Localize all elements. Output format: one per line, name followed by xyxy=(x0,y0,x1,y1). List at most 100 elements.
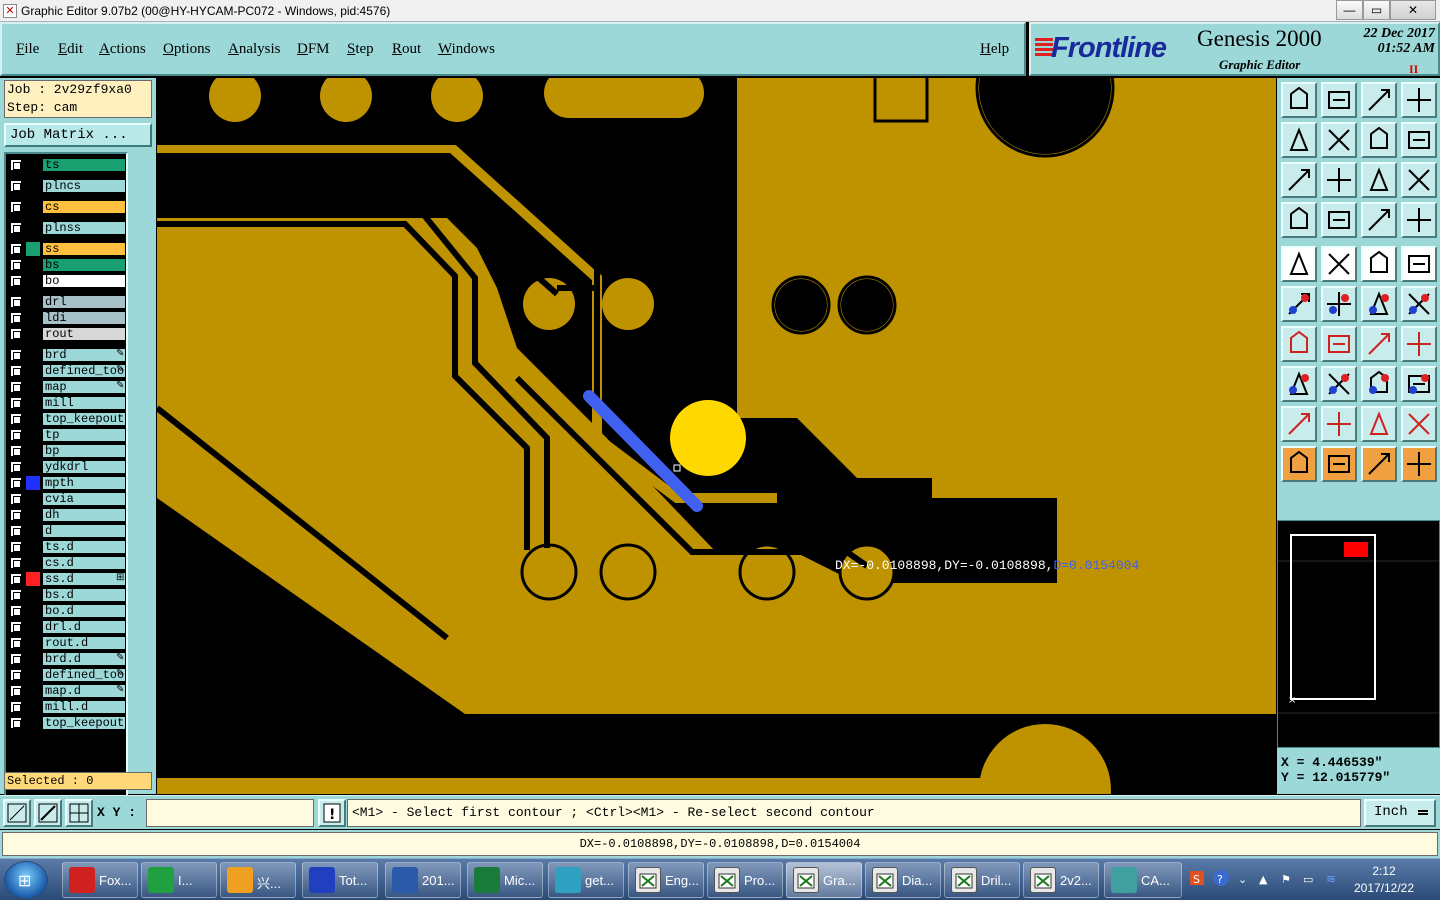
layer-name[interactable]: brd xyxy=(42,348,126,362)
layer-row[interactable]: top_keepout xyxy=(8,716,128,730)
layer-name[interactable]: defined_tool xyxy=(42,668,126,682)
layer-name[interactable]: cs xyxy=(42,200,126,214)
layer-checkbox[interactable] xyxy=(10,243,22,255)
layer-row[interactable]: ydkdrl xyxy=(8,460,128,474)
rotate-icon[interactable] xyxy=(1361,326,1397,362)
triangle-icon[interactable] xyxy=(1281,406,1317,442)
layer-name[interactable]: dh xyxy=(42,508,126,522)
layer-row[interactable]: ldi xyxy=(8,311,128,325)
home-icon[interactable] xyxy=(1361,82,1397,118)
import-icon[interactable] xyxy=(1281,122,1317,158)
taskbar-button[interactable]: Mic... xyxy=(467,862,543,898)
layer-name[interactable]: map xyxy=(42,380,126,394)
clock[interactable]: 2:12 2017/12/22 xyxy=(1342,863,1426,897)
net-icon[interactable] xyxy=(1401,202,1437,238)
layer-name[interactable]: ss xyxy=(42,242,126,256)
layer-row[interactable]: cs.d xyxy=(8,556,128,570)
units-select[interactable]: Inch xyxy=(1364,799,1436,827)
menu-file[interactable]: File xyxy=(16,41,39,58)
layer-name[interactable]: bo.d xyxy=(42,604,126,618)
layer-row[interactable]: mill.d xyxy=(8,700,128,714)
layer-row[interactable]: cvia xyxy=(8,492,128,506)
layer-row[interactable]: defined_tool ✎ xyxy=(8,364,128,378)
xy-input[interactable] xyxy=(146,799,314,827)
layer-row[interactable]: bs.d xyxy=(8,588,128,602)
angle-icon[interactable] xyxy=(1281,326,1317,362)
taskbar-button[interactable]: 兴... xyxy=(220,862,296,898)
layer-name[interactable]: rout.d xyxy=(42,636,126,650)
layer-checkbox[interactable] xyxy=(10,637,22,649)
selected-pad[interactable] xyxy=(670,400,746,476)
layer-checkbox[interactable] xyxy=(10,621,22,633)
layer-name[interactable]: plnss xyxy=(42,221,126,235)
layer-name[interactable]: cs.d xyxy=(42,556,126,570)
select-circle-icon[interactable] xyxy=(1361,446,1397,482)
layer-row[interactable]: plnss xyxy=(8,221,128,235)
layer-row[interactable]: rout.d xyxy=(8,636,128,650)
select-path-icon[interactable] xyxy=(1401,446,1437,482)
layer-checkbox[interactable] xyxy=(10,445,22,457)
grid-toggle-icon[interactable] xyxy=(1321,202,1357,238)
layer-name[interactable]: top_keepout xyxy=(42,412,126,426)
close-button[interactable]: ✕ xyxy=(1390,0,1436,20)
minimize-button[interactable]: — xyxy=(1336,0,1363,20)
layer-row[interactable]: rout xyxy=(8,327,128,341)
scale-icon[interactable] xyxy=(1361,162,1397,198)
help-icon[interactable] xyxy=(1401,162,1437,198)
layer-name[interactable]: rout xyxy=(42,327,126,341)
layer-checkbox[interactable] xyxy=(10,525,22,537)
layer-checkbox[interactable] xyxy=(10,541,22,553)
dot-icon[interactable] xyxy=(1401,246,1437,282)
layer-row[interactable]: bs xyxy=(8,258,128,272)
layer-name[interactable]: bp xyxy=(42,444,126,458)
menu-help[interactable]: Help xyxy=(980,41,1009,58)
taskbar-button[interactable]: get... xyxy=(548,862,624,898)
layer-row[interactable]: ss.d ⊞ xyxy=(8,572,128,586)
layer-row[interactable]: ss xyxy=(8,242,128,256)
arch-arrow-icon[interactable] xyxy=(1401,406,1437,442)
layer-name[interactable]: ts xyxy=(42,158,126,172)
window-icon[interactable] xyxy=(1401,82,1437,118)
layer-row[interactable]: mill xyxy=(8,396,128,410)
select-icon[interactable] xyxy=(1321,446,1357,482)
layer-checkbox[interactable] xyxy=(10,461,22,473)
graphic-canvas[interactable]: DX=-0.0108898,DY=-0.0108898,D=0.0154004 xyxy=(157,78,1276,794)
layer-checkbox[interactable] xyxy=(10,653,22,665)
layer-row[interactable]: drl xyxy=(8,295,128,309)
layer-checkbox[interactable] xyxy=(10,477,22,489)
layer-checkbox[interactable] xyxy=(10,275,22,287)
taskbar-button[interactable]: Eng... xyxy=(628,862,704,898)
layer-checkbox[interactable] xyxy=(10,381,22,393)
flip-icon[interactable] xyxy=(1361,122,1397,158)
layer-row[interactable]: brd ✎ xyxy=(8,348,128,362)
layer-row[interactable]: cs xyxy=(8,200,128,214)
layer-row[interactable]: plncs xyxy=(8,179,128,193)
move-icon[interactable] xyxy=(1321,246,1357,282)
layer-name[interactable]: map.d xyxy=(42,684,126,698)
pan-icon[interactable] xyxy=(1281,202,1317,238)
layer-checkbox[interactable] xyxy=(10,222,22,234)
layer-name[interactable]: ss.d xyxy=(42,572,126,586)
triangle-up-icon[interactable] xyxy=(1321,406,1357,442)
layer-row[interactable]: top_keepout xyxy=(8,412,128,426)
layer-name[interactable]: ydkdrl xyxy=(42,460,126,474)
layer-checkbox[interactable] xyxy=(10,669,22,681)
job-matrix-button[interactable]: Job Matrix ... xyxy=(4,123,152,147)
line-point-icon[interactable] xyxy=(1401,286,1437,322)
taskbar-button[interactable]: Dril... xyxy=(944,862,1020,898)
layer-checkbox[interactable] xyxy=(10,397,22,409)
menu-dfm[interactable]: DFM xyxy=(297,41,330,58)
taskbar-button[interactable]: Pro... xyxy=(707,862,783,898)
layer-checkbox[interactable] xyxy=(10,259,22,271)
menu-edit[interactable]: Edit xyxy=(58,41,83,58)
pad-icon[interactable] xyxy=(1281,246,1317,282)
save-icon[interactable] xyxy=(1321,82,1357,118)
snap-icon[interactable] xyxy=(1401,122,1437,158)
layer-name[interactable]: top_keepout xyxy=(42,716,126,730)
layer-checkbox[interactable] xyxy=(10,589,22,601)
layer-name[interactable]: drl xyxy=(42,295,126,309)
layer-row[interactable]: tp xyxy=(8,428,128,442)
layer-row[interactable]: ts.d xyxy=(8,540,128,554)
measure-icon[interactable] xyxy=(1361,366,1397,402)
tray-icons[interactable]: S ? ⌄ ▲ ⚑ ▭ ≋ xyxy=(1186,859,1336,900)
